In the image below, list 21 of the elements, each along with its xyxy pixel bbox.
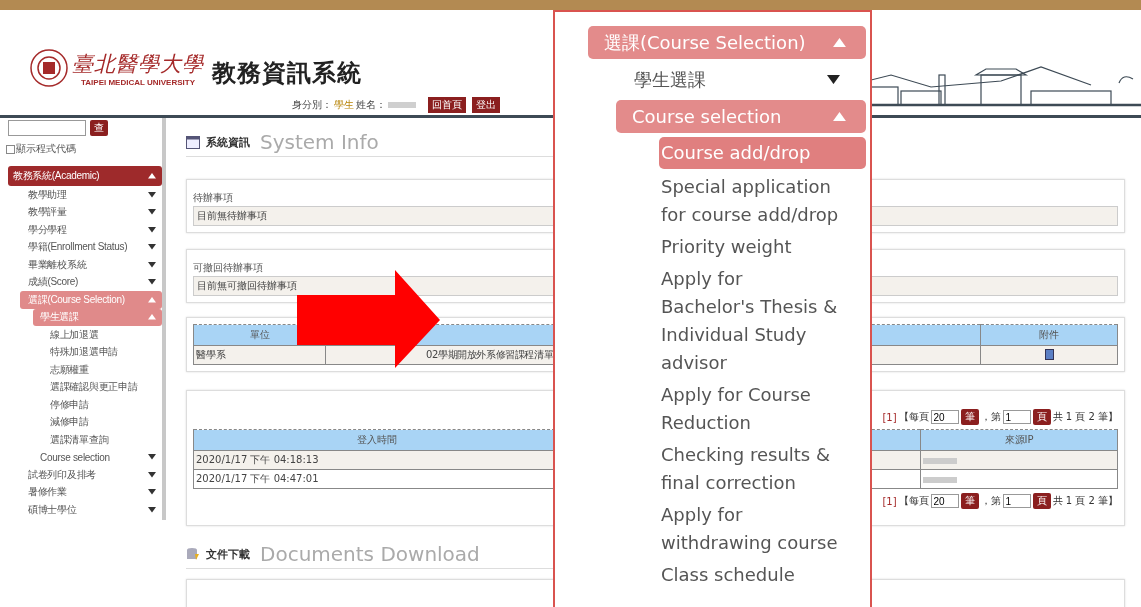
checkbox-label: 顯示程式代碼	[16, 142, 76, 156]
section-subtitle: System Info	[260, 130, 379, 154]
pager-label: 【每頁	[898, 494, 929, 508]
university-name-en: TAIPEI MEDICAL UNIVERSITY	[81, 77, 195, 87]
pager-label: 【每頁	[898, 410, 929, 424]
field-label: 可撤回待辦事項	[193, 261, 263, 275]
section-title: 系統資訊	[206, 134, 250, 150]
column-header: 來源IP	[920, 429, 1118, 451]
pager-summary: 共 1 頁 2 筆】	[1052, 410, 1118, 424]
pager-summary: 共 1 頁 2 筆】	[1052, 494, 1118, 508]
system-title: 教務資訊系統	[212, 58, 363, 89]
name-label: 姓名：	[356, 98, 386, 112]
pager-label: ，第	[980, 410, 1001, 424]
section-subtitle: Documents Download	[260, 542, 480, 566]
section-title: 文件下載	[206, 546, 250, 562]
identity-label: 身分別：	[292, 98, 332, 112]
column-header: 附件	[980, 324, 1118, 346]
identity-value: 學生	[334, 98, 354, 112]
pager-label: ，第	[980, 494, 1001, 508]
university-name: 臺北醫學大學	[72, 50, 204, 78]
field-label: 待辦事項	[193, 191, 233, 205]
